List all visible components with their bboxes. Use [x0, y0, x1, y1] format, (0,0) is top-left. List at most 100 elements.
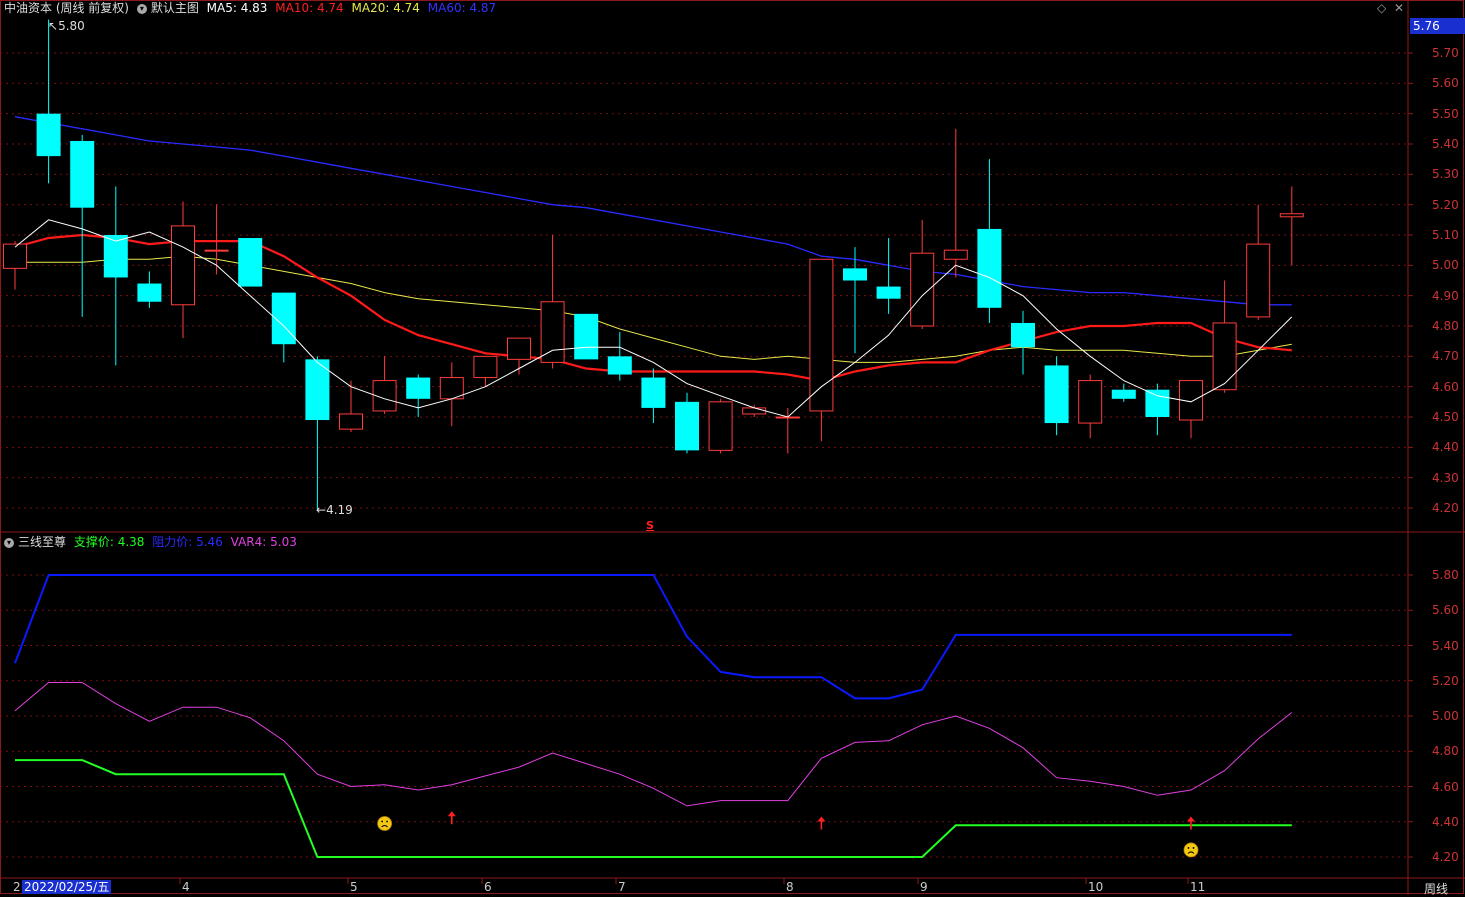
- up-arrow-icon: [447, 811, 456, 825]
- candle: [439, 362, 464, 427]
- candle: [103, 186, 128, 366]
- candle-body-down: [843, 268, 867, 281]
- close-icon[interactable]: ✕: [1394, 1, 1404, 15]
- candle-body-up: [809, 258, 834, 412]
- candle-body-down: [1011, 322, 1035, 348]
- candle: [1111, 383, 1136, 402]
- candle: [574, 313, 599, 360]
- candle-body-up: [1279, 213, 1304, 218]
- x-label-first: 2: [13, 880, 21, 894]
- candle-body-up: [3, 243, 27, 269]
- y-tick-label: 5.60: [1432, 76, 1459, 91]
- y-tick-label: 5.30: [1432, 167, 1459, 182]
- indicator-menu-icon[interactable]: ▾: [4, 537, 14, 548]
- candle-body-up: [910, 252, 935, 327]
- candle: [1078, 374, 1103, 439]
- y-tick-label: 4.30: [1432, 470, 1459, 485]
- candle: [1246, 204, 1271, 320]
- candle: [540, 235, 565, 369]
- x-month-label: 9: [920, 880, 928, 894]
- settings-circle-icon[interactable]: ▾: [136, 3, 147, 14]
- x-month-label: 5: [350, 880, 358, 894]
- y-tick-label: 5.80: [1432, 568, 1459, 582]
- y-tick-label: 4.80: [1432, 319, 1459, 333]
- y-tick-label: 5.70: [1432, 46, 1459, 60]
- candle: [171, 201, 195, 339]
- y-tick-label: 5.20: [1432, 673, 1459, 688]
- period-label[interactable]: 周线: [1424, 880, 1448, 897]
- candle-body-up: [171, 225, 195, 306]
- candle-body-up: [507, 337, 531, 360]
- y-tick-label: 5.10: [1432, 228, 1459, 242]
- candle-body-down: [1145, 389, 1170, 417]
- x-month-label: 11: [1190, 880, 1206, 894]
- candle-body-down: [675, 401, 699, 451]
- up-arrow-icon: [817, 816, 826, 830]
- candle-body-up: [540, 301, 565, 363]
- candle: [708, 398, 733, 454]
- y-tick-label: 5.00: [1432, 709, 1459, 723]
- indicator-line-resist: [14, 574, 1292, 700]
- candle: [238, 238, 263, 287]
- x-label-date: 2022/02/25/五: [22, 880, 112, 894]
- candle-body-down: [977, 228, 1002, 308]
- candle: [742, 404, 767, 417]
- resist-value: 阻力价: 5.46: [152, 535, 223, 549]
- candle: [943, 128, 968, 278]
- y-tick-label: 4.40: [1432, 814, 1459, 829]
- grid-lines: [0, 52, 1413, 858]
- candle: [36, 19, 61, 184]
- candle-body-down: [70, 140, 95, 208]
- sad-face-icon: [377, 816, 393, 831]
- y-tick-label: 4.60: [1432, 779, 1459, 794]
- x-month-label: 7: [618, 880, 626, 894]
- up-arrow-icon: [1187, 816, 1195, 830]
- candle-body-up: [708, 401, 733, 451]
- ma20-value: MA20: 4.74: [351, 1, 420, 15]
- candle-body-up: [1246, 243, 1271, 318]
- candle: [675, 392, 699, 454]
- candle-body-down: [641, 377, 666, 408]
- y-tick-label: 5.40: [1432, 137, 1459, 151]
- candle: [271, 292, 296, 363]
- x-month-label: 10: [1088, 880, 1104, 894]
- ma20-line: [15, 255, 1292, 363]
- diamond-icon[interactable]: ◇: [1377, 1, 1386, 15]
- candle: [406, 374, 431, 417]
- candle-body-up: [943, 249, 968, 260]
- indicator-line-support: [15, 759, 1292, 858]
- indicator-name[interactable]: 三线至尊: [18, 535, 66, 549]
- candle: [70, 134, 95, 317]
- ma5-value: MA5: 4.83: [206, 1, 268, 15]
- y-tick-label: 5.00: [1432, 258, 1459, 273]
- y-tick-label: 5.40: [1432, 638, 1459, 653]
- candle: [607, 332, 632, 381]
- candle-body-down: [36, 113, 61, 157]
- candle: [339, 380, 363, 433]
- y-tick-label: 4.80: [1432, 744, 1459, 759]
- stock-title[interactable]: 中油资本 (周线 前复权): [4, 1, 129, 15]
- indicator-markers: [377, 811, 1199, 858]
- x-month-label: 4: [182, 880, 190, 894]
- y-tick-label: 4.40: [1432, 440, 1459, 455]
- candle-body-down: [1111, 389, 1136, 399]
- candle-body-down: [238, 238, 263, 287]
- candle: [204, 204, 229, 275]
- support-value: 支撑价: 4.38: [73, 535, 145, 549]
- indicator-legend: ▾ 三线至尊 支撑价: 4.38 阻力价: 5.46 VAR4: 5.03: [4, 534, 301, 550]
- x-month-label: 6: [484, 880, 492, 894]
- candle: [910, 219, 935, 330]
- candle-body-down: [876, 286, 901, 299]
- candle: [507, 337, 531, 375]
- candle: [3, 241, 27, 290]
- candle: [1044, 356, 1069, 436]
- high-annotation: ↖5.80: [48, 19, 85, 33]
- candle: [1179, 380, 1203, 439]
- y-tick-label: 5.50: [1432, 106, 1459, 121]
- candle-body-down: [1044, 365, 1069, 424]
- main-chart-name[interactable]: 默认主图: [151, 1, 199, 15]
- candle: [641, 368, 666, 424]
- ma10-value: MA10: 4.74: [275, 1, 344, 15]
- candle-body-down: [607, 356, 632, 375]
- candle: [809, 258, 834, 442]
